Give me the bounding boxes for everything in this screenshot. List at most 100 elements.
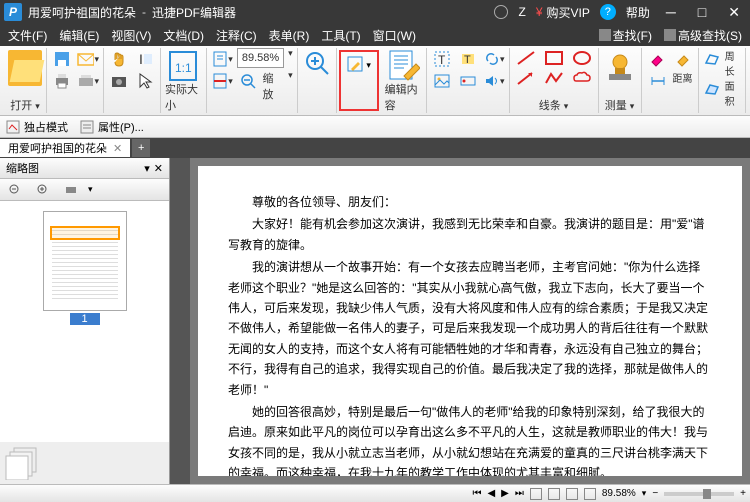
user-label[interactable]: Z: [518, 5, 525, 19]
hand-icon[interactable]: [108, 48, 130, 70]
actual-size-button[interactable]: 1:1 实际大小: [161, 48, 207, 113]
link-icon[interactable]: ▾: [483, 48, 505, 70]
status-nav-next[interactable]: ▶: [501, 488, 509, 499]
menu-file[interactable]: 文件(F): [8, 27, 47, 44]
rect-icon[interactable]: [542, 48, 566, 68]
menu-advfind[interactable]: 高级查找(S): [664, 27, 742, 44]
menu-document[interactable]: 文档(D): [163, 27, 204, 44]
para: 大家好！能有机会参加这次演讲，我感到无比荣幸和自豪。我演讲的题目是：用"爱"谱写…: [228, 214, 712, 255]
maximize-button[interactable]: □: [692, 4, 712, 20]
menu-comment[interactable]: 注释(C): [216, 27, 257, 44]
yen-icon: ¥: [536, 5, 543, 19]
new-tab-button[interactable]: +: [132, 139, 150, 157]
svg-text:T: T: [464, 54, 471, 66]
advfind-icon: [664, 29, 676, 41]
status-zoom-in[interactable]: +: [740, 488, 746, 499]
layout-single-icon[interactable]: [530, 488, 542, 500]
fit-page-icon[interactable]: ▾: [211, 48, 233, 70]
zoom-value[interactable]: 89.58%: [237, 48, 284, 68]
para: 我的演讲想从一个故事开始：有一个女孩去应聘当老师，主考官问她："你为什么选择老师…: [228, 257, 712, 400]
pointer-icon[interactable]: [134, 70, 156, 92]
eraser-icon[interactable]: [646, 48, 668, 70]
folder-open-icon: [8, 50, 42, 86]
status-zoom-value[interactable]: 89.58%: [602, 488, 636, 499]
status-nav-prev[interactable]: ◀: [487, 488, 495, 499]
buy-vip-button[interactable]: ¥ 购买VIP: [536, 4, 590, 21]
app-logo: P: [4, 3, 22, 21]
exclusive-mode-button[interactable]: 独占模式: [6, 119, 68, 135]
status-nav-last[interactable]: ⏭: [515, 488, 524, 499]
page-thumbnail[interactable]: [43, 211, 127, 311]
highlighted-edit-group: ▾: [339, 50, 379, 111]
menu-window[interactable]: 窗口(W): [373, 27, 416, 44]
svg-text:1:1: 1:1: [175, 61, 192, 75]
ellipse-icon[interactable]: [570, 48, 594, 68]
status-nav-first[interactable]: ⏮: [472, 488, 481, 499]
snapshot-icon[interactable]: [108, 70, 130, 92]
panel-menu-icon[interactable]: ▾: [144, 162, 150, 175]
lines-group: 线条 ▾: [510, 48, 599, 113]
doc-title: 用爱呵护祖国的花朵: [28, 4, 136, 21]
menu-view[interactable]: 视图(V): [111, 27, 151, 44]
thumb-print-icon[interactable]: [60, 179, 82, 201]
fit-width-icon[interactable]: ▾: [211, 70, 233, 92]
app-title: 迅捷PDF编辑器: [152, 4, 236, 21]
cloud-icon[interactable]: [570, 68, 594, 88]
minimize-button[interactable]: ─: [660, 4, 682, 20]
menu-find[interactable]: 查找(F): [599, 27, 652, 44]
add-image-icon[interactable]: [431, 70, 453, 92]
distance-icon[interactable]: [647, 70, 669, 92]
scan-icon[interactable]: ▾: [77, 70, 99, 92]
side-strip[interactable]: [170, 158, 190, 484]
add-text-icon[interactable]: T: [431, 48, 453, 70]
status-zoom-out[interactable]: −: [652, 488, 658, 499]
area-label[interactable]: 面积: [725, 78, 741, 108]
layout-cont-icon[interactable]: [548, 488, 560, 500]
save-icon[interactable]: [51, 48, 73, 70]
zoom-in-icon[interactable]: [302, 48, 332, 78]
layout-facing-icon[interactable]: [566, 488, 578, 500]
para: 尊敬的各位领导、朋友们：: [228, 192, 712, 212]
sound-icon[interactable]: ▾: [483, 70, 505, 92]
svg-text:T: T: [438, 53, 446, 67]
form-field-icon[interactable]: [457, 70, 479, 92]
pages-stack-icon: [4, 446, 44, 480]
close-button[interactable]: ✕: [722, 4, 746, 21]
tab-close-icon[interactable]: ✕: [113, 142, 122, 155]
thumb-zoomin-icon[interactable]: [32, 179, 54, 201]
menu-form[interactable]: 表单(R): [269, 27, 310, 44]
edit-content-button[interactable]: 编辑内容: [381, 48, 427, 113]
thumb-zoomout-icon[interactable]: [4, 179, 26, 201]
help-icon[interactable]: ?: [600, 4, 616, 20]
arrow-icon[interactable]: [514, 68, 538, 88]
area-icon[interactable]: [703, 78, 721, 100]
perimeter-label[interactable]: 周长: [725, 48, 741, 78]
print-icon[interactable]: [51, 70, 73, 92]
highlight-text-icon[interactable]: T: [457, 48, 479, 70]
document-page: 尊敬的各位领导、朋友们： 大家好！能有机会参加这次演讲，我感到无比荣幸和自豪。我…: [198, 166, 742, 476]
globe-icon[interactable]: [494, 5, 508, 19]
layout-contfacing-icon[interactable]: [584, 488, 596, 500]
thumb-page-number: 1: [70, 313, 100, 325]
doc-tab[interactable]: 用爱呵护祖国的花朵 ✕: [0, 139, 130, 157]
zoom-out-icon[interactable]: [237, 70, 259, 92]
select-text-icon[interactable]: I: [134, 48, 156, 70]
eraser2-icon[interactable]: [672, 48, 694, 70]
zoom-slider[interactable]: [664, 492, 734, 496]
line-icon[interactable]: [514, 48, 538, 68]
stamp-button[interactable]: 测量 ▾: [599, 48, 642, 113]
perimeter-icon[interactable]: [703, 48, 721, 70]
menu-edit[interactable]: 编辑(E): [59, 27, 99, 44]
help-label[interactable]: 帮助: [626, 4, 650, 21]
polyline-icon[interactable]: [542, 68, 566, 88]
edit-content-dropdown[interactable]: ▾: [345, 54, 373, 76]
svg-text:I: I: [139, 51, 143, 67]
menu-tools[interactable]: 工具(T): [321, 27, 360, 44]
thumbs-title: 缩略图: [6, 160, 39, 176]
distance-label[interactable]: 距离: [673, 70, 693, 92]
para: 她的回答很高妙，特别是最后一句"做伟人的老师"给我的印象特别深刻，给了我很大的启…: [228, 402, 712, 476]
mail-icon[interactable]: ▾: [77, 48, 99, 70]
properties-button[interactable]: 属性(P)...: [80, 119, 144, 135]
open-group[interactable]: 打开 ▾: [4, 48, 47, 113]
panel-close-icon[interactable]: ✕: [154, 162, 163, 175]
